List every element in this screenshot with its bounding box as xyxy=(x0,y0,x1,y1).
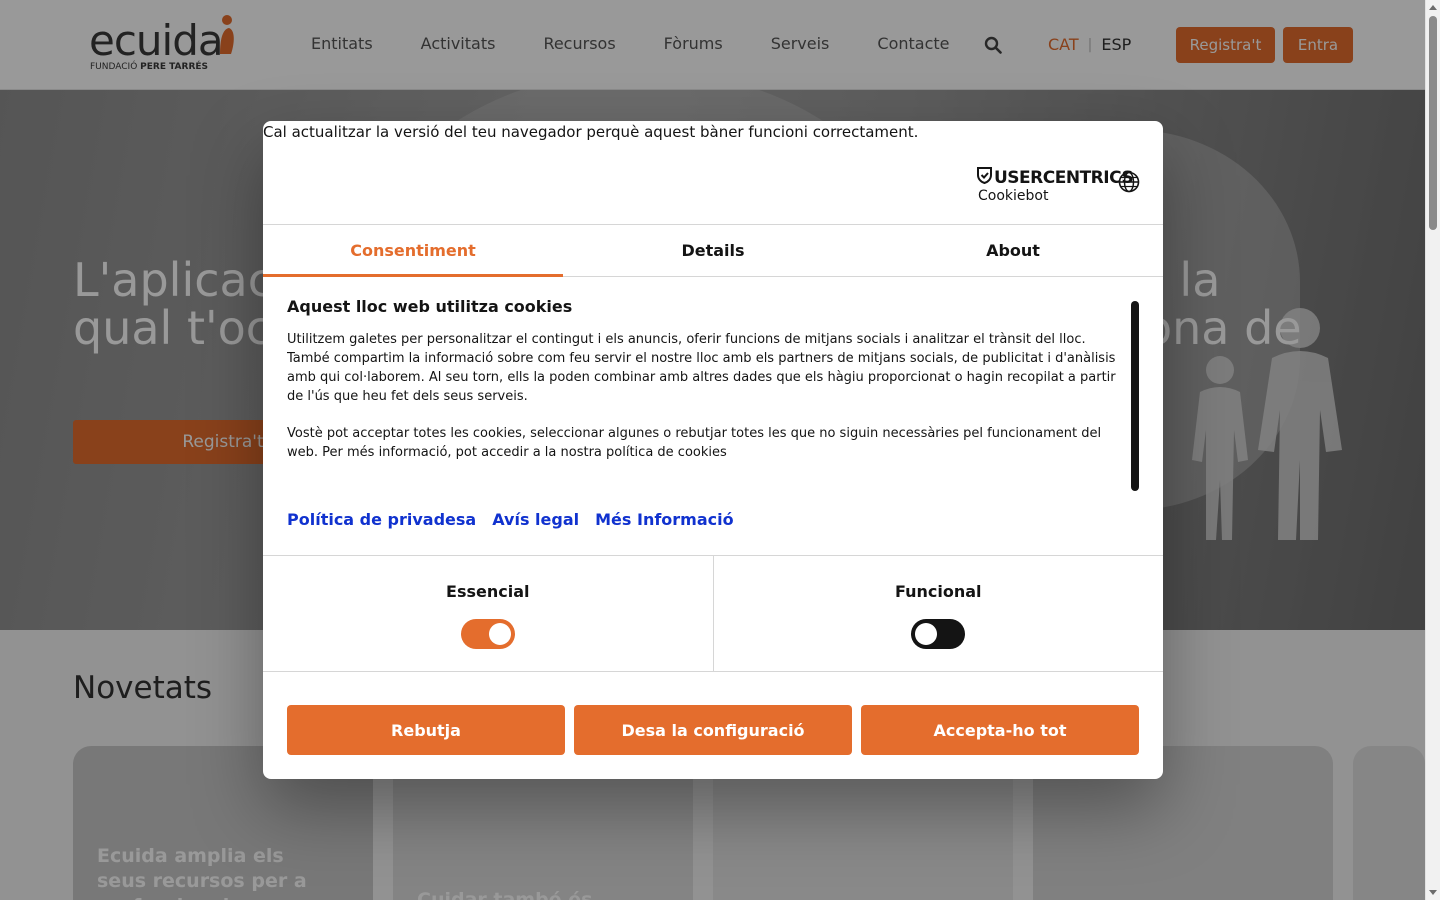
essencial-toggle[interactable] xyxy=(460,619,515,649)
toggle-label-essencial: Essencial xyxy=(446,582,530,601)
cookie-category-toggles: Essencial Funcional xyxy=(263,555,1163,672)
scroll-up-arrow-icon[interactable] xyxy=(1429,5,1437,10)
usercentrics-cookiebot-logo: USERCENTRICS Cookiebot xyxy=(977,167,1134,204)
scrollbar-thumb[interactable] xyxy=(1429,16,1437,230)
tab-details[interactable]: Details xyxy=(563,225,863,276)
consent-body: Aquest lloc web utilitza cookies Utilitz… xyxy=(287,297,1117,543)
shield-icon xyxy=(977,167,994,189)
consent-paragraph-2: Vostè pot acceptar totes les cookies, se… xyxy=(287,424,1117,462)
browser-update-warning: Cal actualitzar la versió del teu navega… xyxy=(263,123,919,141)
more-info-link[interactable]: Més Informació xyxy=(595,510,733,529)
tab-consentiment[interactable]: Consentiment xyxy=(263,225,563,277)
funcional-toggle[interactable] xyxy=(911,619,966,649)
brand-main: USERCENTRICS xyxy=(994,168,1134,188)
consent-paragraph-1: Utilitzem galetes per personalitzar el c… xyxy=(287,332,1116,404)
toggle-cell-essencial: Essencial xyxy=(263,556,713,671)
consent-body-scrollbar[interactable] xyxy=(1131,301,1139,491)
accept-all-button[interactable]: Accepta-ho tot xyxy=(861,705,1139,755)
consent-actions: Rebutja Desa la configuració Accepta-ho … xyxy=(287,705,1139,755)
page-scrollbar[interactable] xyxy=(1425,0,1440,900)
reject-button[interactable]: Rebutja xyxy=(287,705,565,755)
cookie-policy-link[interactable]: política de cookies xyxy=(606,445,727,460)
globe-icon[interactable] xyxy=(1118,171,1140,193)
cookie-consent-dialog: Cal actualitzar la versió del teu navega… xyxy=(263,121,1163,779)
legal-links: Política de privadesa Avís legal Més Inf… xyxy=(287,510,750,529)
toggle-cell-funcional: Funcional xyxy=(712,556,1164,671)
brand-sub: Cookiebot xyxy=(978,188,1049,204)
scroll-down-arrow-icon[interactable] xyxy=(1429,890,1437,895)
consent-heading: Aquest lloc web utilitza cookies xyxy=(287,297,573,316)
privacy-policy-link[interactable]: Política de privadesa xyxy=(287,510,476,529)
save-settings-button[interactable]: Desa la configuració xyxy=(574,705,852,755)
toggle-knob xyxy=(488,623,511,645)
toggle-label-funcional: Funcional xyxy=(894,582,982,601)
legal-notice-link[interactable]: Avís legal xyxy=(492,510,579,529)
toggle-knob xyxy=(915,623,938,645)
tab-about[interactable]: About xyxy=(863,225,1163,276)
cookie-tabs: Consentiment Details About xyxy=(263,224,1163,277)
